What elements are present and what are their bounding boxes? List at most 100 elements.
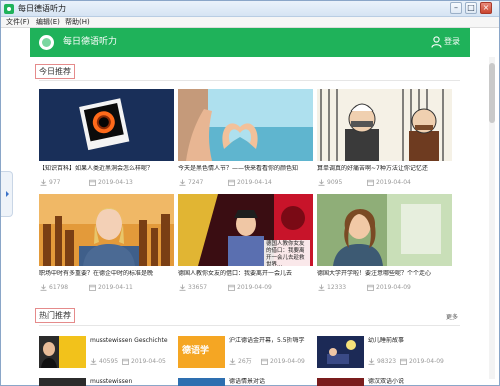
scrollbar-thumb[interactable]	[489, 63, 495, 123]
card-meta: 977 2019-04-13	[39, 178, 174, 187]
thumbnail-black-hole	[39, 89, 174, 161]
logo-icon	[39, 35, 54, 50]
video-card[interactable]: 德国大学开学啦！要注意哪些呢？个个走心 12333 2019-04-09	[317, 194, 452, 295]
hot-item-meta: 26万 2019-04-09	[229, 357, 313, 366]
thumbnail-partial	[178, 378, 225, 386]
calendar-icon	[367, 284, 374, 291]
publish-date: 2019-04-14	[237, 179, 272, 186]
section-hot-label: 热门推荐	[39, 311, 71, 320]
download-icon	[368, 358, 375, 365]
video-card[interactable]: 今天是黑色情人节？——快来看看你的颜色知 7247 2019-04-14	[178, 89, 313, 190]
calendar-icon	[367, 179, 374, 186]
hot-item-meta: 40595 2019-04-05	[90, 357, 174, 366]
card-meta: 9095 2019-04-04	[317, 178, 452, 187]
login-label: 登录	[444, 37, 460, 46]
card-title: 【知识百科】如果人类近黑洞会怎么样呢？	[39, 165, 154, 172]
thumbnail-partial	[317, 378, 364, 386]
card-meta: 61798 2019-04-11	[39, 283, 174, 292]
arrow-right-icon	[6, 191, 9, 197]
user-icon	[431, 36, 442, 48]
calendar-icon	[400, 358, 407, 365]
calendar-icon	[89, 179, 96, 186]
publish-date: 2019-04-09	[376, 284, 411, 291]
calendar-icon	[89, 284, 96, 291]
download-count: 977	[49, 179, 61, 186]
divider	[39, 325, 460, 326]
calendar-icon	[228, 179, 235, 186]
card-title: 德国人教你女友的借口：我要离开一会儿去	[178, 270, 293, 277]
card-overlay-text: 德国人教你女友的借口：我要离开一会儿去趁救世界...	[264, 240, 310, 266]
hot-list-item-partial[interactable]: musstewissen	[39, 378, 174, 386]
download-icon	[179, 284, 186, 291]
card-meta: 33657 2019-04-09	[178, 283, 313, 292]
card-meta: 12333 2019-04-09	[317, 283, 452, 292]
promo-thumb-text: 德语学	[182, 346, 210, 356]
hot-item-title: 德语情景对话	[229, 378, 266, 385]
publish-date: 2019-04-09	[409, 358, 444, 365]
download-icon	[90, 358, 97, 365]
card-title: 算单调真的好痛苦啊~7种方法让你记忆还	[317, 165, 428, 172]
menu-bar: 文件(F) 编辑(E) 帮助(H)	[1, 17, 499, 28]
scrollbar[interactable]	[489, 57, 495, 379]
thumbnail-promo: 德语学	[178, 336, 225, 368]
download-count: 9095	[327, 179, 343, 186]
side-expand-tab[interactable]	[1, 171, 13, 217]
download-count: 98323	[377, 358, 397, 365]
window-title: 每日德语听力	[18, 4, 66, 13]
download-icon	[40, 284, 47, 291]
video-card[interactable]: 德国人教你女友的借口：我要离开一会儿去趁救世界... 德国人教你女友的借口：我要…	[178, 194, 313, 295]
maximize-button[interactable]: □	[465, 2, 477, 14]
thumbnail-cartoon-prison	[317, 89, 452, 161]
publish-date: 2019-04-05	[131, 358, 166, 365]
thumbnail-presenter	[39, 336, 86, 368]
download-icon	[318, 284, 325, 291]
more-link[interactable]: 更多	[446, 314, 458, 322]
hot-list-item-partial[interactable]: 德语情景对话	[178, 378, 313, 386]
app-icon	[4, 4, 14, 14]
menu-edit[interactable]: 编辑(E)	[36, 17, 60, 28]
menu-help[interactable]: 帮助(H)	[65, 17, 90, 28]
download-count: 61798	[49, 284, 69, 291]
download-count: 12333	[327, 284, 347, 291]
hot-item-title: 幼儿睡前故事	[368, 337, 405, 344]
publish-date: 2019-04-13	[98, 179, 133, 186]
thumbnail-student-girl	[317, 194, 452, 266]
title-bar[interactable]: 每日德语听力 – □ ×	[1, 1, 499, 17]
hot-list-item[interactable]: 德语学 沪江德语金开幕，5.5折嗨学 26万 2019-04-09	[178, 336, 313, 376]
card-title: 今天是黑色情人节？——快来看看你的颜色知	[178, 165, 299, 172]
thumbnail-heart-hands	[178, 89, 313, 161]
download-count: 40595	[99, 358, 119, 365]
publish-date: 2019-04-11	[98, 284, 133, 291]
hot-list-item[interactable]: musstewissen Geschichte 40595 2019-04-05	[39, 336, 174, 376]
hot-list-item-partial[interactable]: 德汉双语小说	[317, 378, 452, 386]
hot-item-title: musstewissen Geschichte	[90, 337, 168, 344]
download-icon	[40, 179, 47, 186]
close-button[interactable]: ×	[480, 2, 492, 14]
video-card[interactable]: 职场中时有多重要？在德企中时的标准是晚 61798 2019-04-11	[39, 194, 174, 295]
hot-item-title: musstewissen	[90, 378, 133, 385]
section-today-header: 今日推荐	[35, 64, 75, 79]
card-title: 德国大学开学啦！要注意哪些呢？个个走心	[317, 270, 432, 277]
thumbnail-partial	[39, 378, 86, 386]
app-name: 每日德语听力	[63, 37, 118, 47]
section-today-label: 今日推荐	[39, 67, 71, 76]
download-count: 26万	[238, 358, 252, 365]
card-meta: 7247 2019-04-14	[178, 178, 313, 187]
publish-date: 2019-04-09	[270, 358, 305, 365]
card-title: 职场中时有多重要？在德企中时的标准是晚	[39, 270, 154, 277]
calendar-icon	[261, 358, 268, 365]
video-card[interactable]: 算单调真的好痛苦啊~7种方法让你记忆还 9095 2019-04-04	[317, 89, 452, 190]
divider	[39, 80, 460, 81]
hot-item-meta: 98323 2019-04-09	[368, 357, 452, 366]
minimize-button[interactable]: –	[450, 2, 462, 14]
menu-file[interactable]: 文件(F)	[6, 17, 30, 28]
download-icon	[318, 179, 325, 186]
publish-date: 2019-04-04	[376, 179, 411, 186]
app-window: 每日德语听力 – □ × 文件(F) 编辑(E) 帮助(H) 每日德语听力 登录…	[0, 0, 500, 386]
hot-list-item[interactable]: 幼儿睡前故事 98323 2019-04-09	[317, 336, 452, 376]
hot-item-title: 德汉双语小说	[368, 378, 405, 385]
download-icon	[229, 358, 236, 365]
download-count: 33657	[188, 284, 208, 291]
video-card[interactable]: 【知识百科】如果人类近黑洞会怎么样呢？ 977 2019-04-13	[39, 89, 174, 190]
publish-date: 2019-04-09	[237, 284, 272, 291]
